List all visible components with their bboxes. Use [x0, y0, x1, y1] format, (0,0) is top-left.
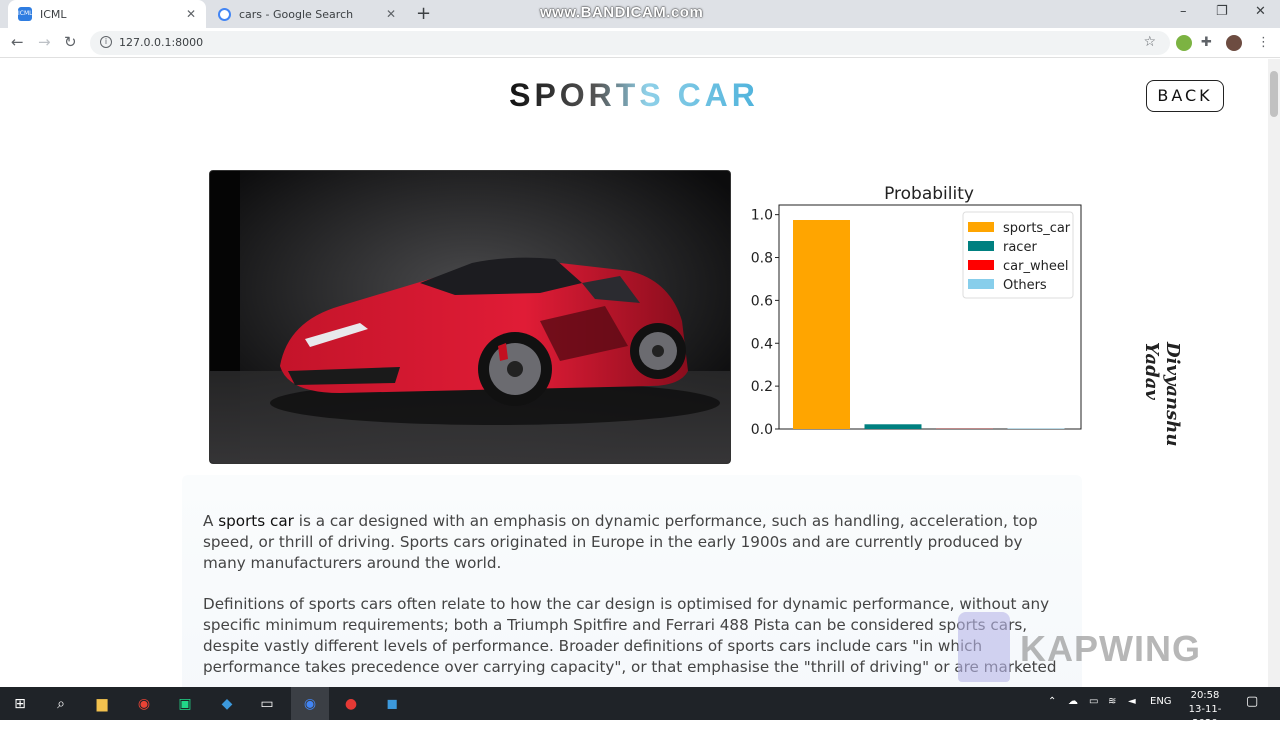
wifi-icon[interactable]: ≋ — [1108, 696, 1116, 707]
volume-icon[interactable]: ◄ — [1128, 696, 1136, 707]
y-tick-label: 1.0 — [751, 208, 773, 224]
bandicam-watermark: www.BANDICAM.com — [540, 4, 703, 21]
bar-racer — [865, 424, 922, 429]
red-sports-car-illustration — [210, 171, 731, 464]
icml-favicon-icon: ICML — [18, 7, 32, 21]
notifications-icon[interactable]: ▢ — [1246, 694, 1258, 709]
terminal-icon[interactable]: ▭ — [256, 693, 278, 715]
kapwing-cat-icon — [958, 612, 1010, 682]
tab-title: ICML — [40, 8, 186, 21]
cloud-icon[interactable]: ☁ — [1068, 696, 1078, 707]
vscode-icon[interactable]: ◆ — [216, 693, 238, 715]
close-window-button[interactable]: ✕ — [1255, 4, 1266, 19]
description-paragraph-2: Definitions of sports cars often relate … — [203, 594, 1061, 678]
site-info-icon[interactable]: i — [100, 36, 112, 48]
back-button[interactable]: BACK — [1146, 80, 1224, 112]
google-favicon-icon — [218, 8, 231, 21]
windows-taskbar: ⊞ ⌕ ▆ ◉ ▣ ◆ ▭ ◉ ● ◼ ⌃ ☁ ▭ ≋ ◄ ENG 20:58 … — [0, 687, 1280, 720]
kapwing-watermark-text: KAPWING — [1020, 628, 1201, 670]
legend-swatch — [968, 222, 994, 232]
legend-label: car_wheel — [1003, 259, 1068, 274]
minimize-button[interactable]: – — [1180, 4, 1187, 19]
maximize-button[interactable]: ❐ — [1216, 4, 1228, 19]
close-tab-icon[interactable]: ✕ — [386, 7, 396, 21]
highlighted-term: sports car — [218, 512, 294, 530]
file-explorer-icon[interactable]: ▆ — [91, 693, 113, 715]
url-text[interactable]: 127.0.0.1:8000 — [119, 36, 203, 49]
bandicam-record-icon[interactable]: ● — [340, 693, 362, 715]
y-axis: 0.0 0.2 0.4 0.6 0.8 1.0 — [751, 208, 779, 438]
back-arrow-icon[interactable]: ← — [11, 34, 24, 50]
clock-date: 13-11-2020 — [1178, 703, 1232, 731]
author-signature: Divyanshu Yadav — [1123, 342, 1183, 482]
menu-kebab-icon[interactable]: ⋮ — [1257, 35, 1270, 51]
legend-swatch — [968, 260, 994, 270]
bookmark-star-icon[interactable]: ☆ — [1143, 34, 1156, 50]
probability-bar-chart: Probability 0.0 0.2 0.4 0.6 0.8 1.0 sports_ca… — [746, 179, 1086, 439]
chrome-active-icon[interactable]: ◉ — [299, 693, 321, 715]
windows-start-icon[interactable]: ⊞ — [9, 693, 31, 715]
description-panel: A sports car is a car designed with an e… — [182, 475, 1082, 687]
browser-tab-bar: ICML ICML ✕ cars - Google Search ✕ + www… — [0, 0, 1280, 28]
close-tab-icon[interactable]: ✕ — [186, 7, 196, 21]
y-tick-label: 0.8 — [751, 251, 773, 267]
battery-icon[interactable]: ▭ — [1089, 696, 1098, 707]
web-page: SPORTS CAR BACK — [0, 59, 1268, 687]
y-tick-label: 0.2 — [751, 379, 773, 395]
tab-title: cars - Google Search — [239, 8, 386, 21]
page-scrollbar[interactable] — [1268, 59, 1280, 687]
legend-label: racer — [1003, 240, 1037, 255]
y-tick-label: 0.6 — [751, 293, 773, 309]
extension-icon[interactable] — [1176, 35, 1192, 51]
y-tick-label: 0.0 — [751, 422, 773, 438]
chrome-icon[interactable]: ◉ — [133, 693, 155, 715]
bar-sports_car — [793, 220, 850, 429]
pycharm-icon[interactable]: ▣ — [174, 693, 196, 715]
clock-time: 20:58 — [1178, 689, 1232, 703]
kapwing-watermark: KAPWING — [958, 606, 1228, 686]
legend-swatch — [968, 279, 994, 289]
language-indicator[interactable]: ENG — [1150, 696, 1172, 707]
tab-icml[interactable]: ICML ICML ✕ — [8, 0, 206, 28]
browser-toolbar: ← → ↻ i 127.0.0.1:8000 ☆ ✚ ⋮ — [0, 28, 1280, 58]
y-tick-label: 0.4 — [751, 336, 773, 352]
legend-swatch — [968, 241, 994, 251]
new-tab-button[interactable]: + — [416, 4, 431, 24]
scrollbar-thumb[interactable] — [1270, 71, 1278, 117]
legend-label: Others — [1003, 278, 1047, 293]
tray-chevron-icon[interactable]: ⌃ — [1048, 696, 1056, 707]
extensions-puzzle-icon[interactable]: ✚ — [1201, 35, 1212, 51]
system-clock[interactable]: 20:58 13-11-2020 — [1178, 689, 1232, 731]
legend-label: sports_car — [1003, 221, 1071, 236]
tab-google-search[interactable]: cars - Google Search ✕ — [208, 0, 406, 28]
app-icon[interactable]: ◼ — [381, 693, 403, 715]
chart-title: Probability — [884, 184, 974, 204]
description-paragraph-1: A sports car is a car designed with an e… — [203, 511, 1061, 574]
profile-avatar-icon[interactable] — [1226, 35, 1242, 51]
search-icon[interactable]: ⌕ — [50, 693, 72, 715]
forward-arrow-icon[interactable]: → — [38, 34, 51, 50]
address-bar[interactable]: i 127.0.0.1:8000 ☆ — [90, 31, 1170, 55]
car-image — [209, 170, 731, 464]
chart-legend: sports_carracer car_wheel Others — [963, 212, 1073, 298]
page-title: SPORTS CAR — [0, 77, 1268, 114]
reload-icon[interactable]: ↻ — [64, 34, 77, 50]
